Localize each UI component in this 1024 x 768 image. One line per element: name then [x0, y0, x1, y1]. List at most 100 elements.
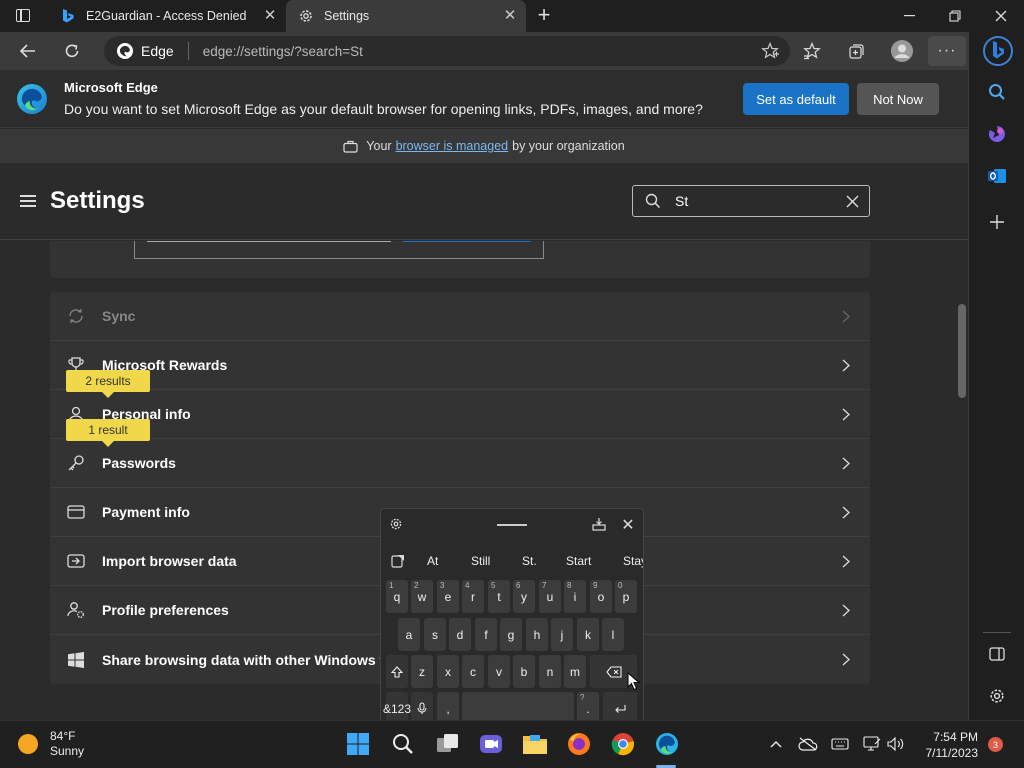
not-now-button[interactable]: Not Now [857, 83, 939, 115]
key[interactable]: n [539, 655, 561, 688]
suggestion[interactable]: St. [522, 549, 537, 573]
chrome-icon[interactable] [610, 731, 636, 757]
key[interactable]: l [602, 618, 624, 651]
key[interactable]: 5t [488, 580, 510, 613]
close-icon[interactable]: ✕ [620, 515, 636, 534]
chevron-right-icon [840, 456, 852, 470]
keyboard-top-bar: ✕ [381, 509, 643, 541]
suggestion[interactable]: Stay [623, 549, 643, 573]
card-icon [66, 502, 86, 522]
key[interactable]: 1q [386, 580, 408, 613]
menu-icon[interactable] [20, 195, 36, 207]
url-text[interactable]: edge://settings/?search=St [203, 44, 363, 59]
key[interactable]: 2w [411, 580, 433, 613]
search-icon[interactable] [390, 731, 416, 757]
back-button[interactable] [14, 38, 42, 64]
key[interactable]: g [500, 618, 522, 651]
file-explorer-icon[interactable] [522, 731, 548, 757]
close-window-button[interactable] [978, 0, 1024, 32]
key[interactable]: 9o [590, 580, 612, 613]
key[interactable]: a [398, 618, 420, 651]
suggestion[interactable]: Still [471, 549, 490, 573]
key[interactable]: c [462, 655, 484, 688]
key[interactable]: s [424, 618, 446, 651]
start-button[interactable] [345, 731, 371, 757]
address-bar[interactable]: Edge edge://settings/?search=St [104, 36, 790, 66]
drag-handle[interactable] [497, 524, 527, 526]
clear-search-icon[interactable] [843, 192, 861, 210]
edge-taskbar-icon[interactable] [654, 731, 680, 757]
hide-sidebar-icon[interactable] [983, 640, 1011, 668]
key[interactable]: 0p [615, 580, 637, 613]
firefox-icon[interactable] [566, 731, 592, 757]
content-scrollbar[interactable] [958, 304, 966, 398]
teams-chat-icon[interactable] [478, 731, 504, 757]
key[interactable]: j [551, 618, 573, 651]
key[interactable]: z [411, 655, 433, 688]
key[interactable]: x [437, 655, 459, 688]
search-icon[interactable] [983, 78, 1011, 106]
suggestion[interactable]: Start [566, 549, 591, 573]
task-view-icon[interactable] [435, 731, 461, 757]
system-clock[interactable]: 7:54 PM 7/11/2023 [916, 729, 979, 761]
row-microsoft-rewards[interactable]: Microsoft Rewards [50, 341, 870, 390]
profile-field[interactable] [147, 241, 391, 242]
notification-badge[interactable]: 3 [988, 737, 1003, 752]
row-label: Sync [102, 308, 136, 324]
key[interactable]: 8i [564, 580, 586, 613]
touch-keyboard: ✕ At Still St. Start Stay 1q 2w 3e 4r 5t… [380, 508, 644, 730]
restore-button[interactable] [932, 0, 978, 32]
network-icon[interactable] [862, 734, 882, 754]
clipboard-sticker-icon[interactable] [391, 549, 405, 573]
profile-avatar-icon[interactable] [888, 38, 916, 64]
gear-icon[interactable] [389, 517, 405, 533]
volume-icon[interactable] [886, 734, 906, 754]
add-favorite-icon[interactable] [760, 41, 780, 61]
managed-prefix: Your [366, 139, 392, 153]
collections-icon[interactable] [842, 38, 870, 64]
mouse-cursor [627, 671, 641, 692]
chevron-up-icon[interactable] [766, 734, 786, 754]
dock-keyboard-icon[interactable] [592, 517, 608, 533]
new-tab-button[interactable]: + [532, 4, 556, 28]
chevron-right-icon [840, 358, 852, 372]
key[interactable]: h [526, 618, 548, 651]
weather-widget[interactable]: 84°F Sunny [18, 729, 84, 759]
bing-chat-icon[interactable] [983, 34, 1013, 68]
minimize-button[interactable] [886, 0, 932, 32]
profile-action-button[interactable] [403, 241, 531, 242]
key[interactable]: k [577, 618, 599, 651]
settings-and-more-button[interactable]: ··· [928, 36, 966, 66]
key[interactable]: f [475, 618, 497, 651]
row-passwords[interactable]: Passwords [50, 439, 870, 488]
tab-close-icon[interactable]: ✕ [502, 8, 518, 24]
refresh-button[interactable] [58, 38, 86, 64]
tab-settings[interactable]: Settings ✕ [286, 0, 526, 32]
workspaces-icon[interactable] [16, 9, 30, 22]
search-results-badge: 1 result [66, 419, 150, 447]
tab-e2guardian[interactable]: E2Guardian - Access Denied ✕ [48, 0, 286, 32]
suggestion[interactable]: At [427, 549, 438, 573]
key[interactable]: v [488, 655, 510, 688]
keyboard-icon[interactable] [830, 734, 850, 754]
key[interactable]: 4r [462, 580, 484, 613]
key[interactable]: d [449, 618, 471, 651]
onedrive-icon[interactable] [798, 734, 818, 754]
set-as-default-button[interactable]: Set as default [743, 83, 849, 115]
favorites-icon[interactable] [798, 38, 826, 64]
outlook-icon[interactable] [983, 162, 1011, 190]
key[interactable]: 3e [437, 580, 459, 613]
sidebar-settings-icon[interactable] [983, 682, 1011, 710]
copilot-icon[interactable] [983, 120, 1011, 148]
key[interactable]: b [513, 655, 535, 688]
key[interactable]: 6y [513, 580, 535, 613]
row-personal-info[interactable]: Personal info [50, 390, 870, 439]
browser-managed-link[interactable]: browser is managed [396, 139, 509, 153]
key[interactable]: m [564, 655, 586, 688]
key[interactable]: 7u [539, 580, 561, 613]
search-settings-input[interactable]: St [632, 185, 870, 217]
row-sync[interactable]: Sync [50, 292, 870, 341]
add-sidebar-app-icon[interactable] [983, 208, 1011, 236]
tab-close-icon[interactable]: ✕ [262, 8, 278, 24]
shift-key[interactable] [386, 655, 408, 688]
